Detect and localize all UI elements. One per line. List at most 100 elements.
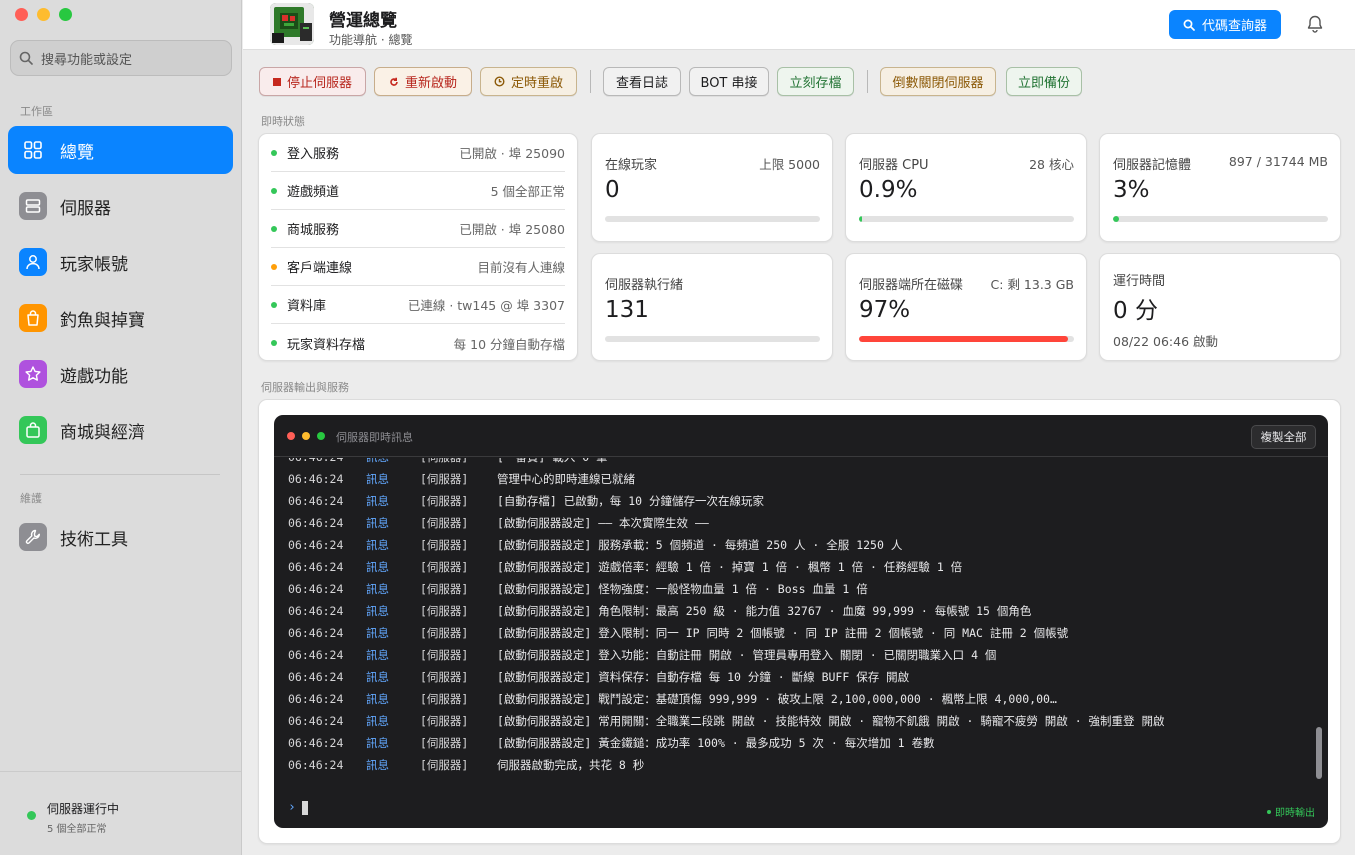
log-level: 訊息 [366,582,389,596]
save-now-button[interactable]: 立刻存檔 [777,67,854,96]
code-lookup-button[interactable]: 代碼查詢器 [1169,10,1281,39]
prompt-chevron: › [288,800,296,815]
command-prompt[interactable]: › [288,800,308,815]
search-input[interactable]: 搜尋功能或設定 [10,40,232,76]
log-line: 06:46:24 訊息 [伺服器] [啟動伺服器設定] 角色限制：最高 250 級 ·… [288,600,1031,622]
metric-limit: 上限 5000 [759,157,820,172]
sidebar-item-label: 伺服器 [60,198,111,219]
metric-free-space: C: 剩 13.3 GB [990,277,1074,292]
stop-icon [272,77,281,86]
section-label-console: 伺服器輸出與服務 [261,381,349,394]
scheduled-restart-label: 定時重啟 [510,76,563,91]
bot-connect-button[interactable]: BOT 串接 [689,67,769,96]
log-line: 06:46:24 訊息 [伺服器] [啟動伺服器設定] 怪物強度：一般怪物血量 1 倍… [288,578,868,600]
log-source: [伺服器] [420,604,469,618]
status-dot [271,263,277,270]
sidebar-item-label: 技術工具 [60,529,128,550]
services-card: 登入服務 已開啟 · 埠 25090 遊戲頻道 5 個全部正常 商城服務 已開啟… [258,133,578,361]
stop-server-button[interactable]: 停止伺服器 [259,67,366,96]
sidebar-item-player-accounts[interactable]: 玩家帳號 [8,238,233,286]
sidebar-item-tech-tools[interactable]: 技術工具 [8,513,233,561]
window-zoom-button[interactable] [59,8,72,21]
log-source: [伺服器] [420,516,469,530]
log-message: [一番賞] 載入 0 筆 [497,458,608,465]
log-line: 06:46:24 訊息 [伺服器] [啟動伺服器設定] 登入限制：同一 IP 同時 2… [288,622,1068,644]
metric-title: 伺服器 CPU [859,158,929,173]
status-dot [27,811,36,820]
metric-title: 運行時間 [1113,274,1166,289]
restart-label: 重新啟動 [404,76,457,91]
log-time: 06:46:24 [288,538,344,552]
log-message: 管理中心的即時連線已就緒 [497,472,635,486]
log-source: [伺服器] [420,670,469,684]
bot-connect-label: BOT 串接 [700,76,758,91]
window-close-button[interactable] [15,8,28,21]
status-dot [271,225,277,232]
search-placeholder: 搜尋功能或設定 [41,52,133,68]
log-line: 06:46:24 訊息 [伺服器] [啟動伺服器設定] 戰鬥設定：基礎頂傷 999,9… [288,688,1057,710]
person-icon [19,248,47,276]
log-level: 訊息 [366,604,389,618]
log-message: [自動存檔] 已啟動，每 10 分鐘儲存一次在線玩家 [497,494,764,508]
bell-icon[interactable] [1305,14,1325,38]
service-name: 玩家資料存檔 [287,337,366,353]
terminal-red-dot [287,432,295,440]
scheduled-restart-button[interactable]: 定時重啟 [480,67,577,96]
status-dot [271,187,277,194]
service-row-database: 資料庫 已連線 · tw145 @ 埠 3307 [271,286,565,324]
log-message: 伺服器啟動完成，共花 8 秒 [497,758,645,772]
sidebar-item-overview[interactable]: 總覽 [8,126,233,174]
bag-icon [19,304,47,332]
log-scrollbar[interactable] [1316,727,1322,779]
log-line: 06:46:24 訊息 [伺服器] [啟動伺服器設定] 黃金鐵鎚：成功率 100% ·… [288,732,934,754]
sidebar-item-label: 總覽 [60,142,94,163]
log-line: 06:46:24 訊息 [伺服器] [啟動伺服器設定] —— 本次實際生效 —— [288,512,709,534]
sidebar-item-server[interactable]: 伺服器 [8,182,233,230]
service-row-login: 登入服務 已開啟 · 埠 25090 [271,134,565,172]
window-minimize-button[interactable] [37,8,50,21]
metric-value: 97% [859,297,911,323]
progress-bar [859,216,1074,222]
countdown-shutdown-label: 倒數關閉伺服器 [892,76,984,91]
terminal-window: 伺服器即時訊息 複製全部 06:46:24訊息[伺服器][一番賞] 載入 0 筆… [274,415,1328,828]
toolbar-divider [867,70,868,93]
log-message: [啟動伺服器設定] 常用開關：全職業二段跳 開啟 · 技能特效 開啟 · 寵物不… [497,714,1165,728]
sidebar-item-fishing-drops[interactable]: 釣魚與掉寶 [8,294,233,342]
console-card: 伺服器即時訊息 複製全部 06:46:24訊息[伺服器][一番賞] 載入 0 筆… [258,399,1341,844]
server-icon [19,192,47,220]
sidebar-item-label: 商城與經濟 [60,422,145,443]
view-logs-button[interactable]: 查看日誌 [603,67,681,96]
search-icon [1183,19,1195,31]
code-lookup-label: 代碼查詢器 [1201,19,1267,34]
view-logs-label: 查看日誌 [615,76,668,91]
log-message: [啟動伺服器設定] 角色限制：最高 250 級 · 能力值 32767 · 血魔… [497,604,1032,618]
log-time: 06:46:24 [288,560,344,574]
metric-card-threads: 伺服器執行緒 131 [591,253,833,361]
copy-all-button[interactable]: 複製全部 [1251,425,1316,449]
progress-bar [605,216,820,222]
page-title: 營運總覽 [329,11,397,31]
log-message: [啟動伺服器設定] 遊戲倍率：經驗 1 倍 · 掉寶 1 倍 · 楓幣 1 倍 … [497,560,963,574]
sidebar: 搜尋功能或設定 工作區 總覽 伺服器 玩家帳號 釣魚與掉寶 遊戲功能 商城與經濟… [0,0,242,855]
live-output-label: 即時輸出 [1275,808,1315,819]
metric-value: 0 [605,177,620,203]
section-label-maintenance: 維護 [20,492,42,505]
log-source: [伺服器] [420,626,469,640]
service-name: 商城服務 [287,223,340,238]
log-level: 訊息 [366,648,389,662]
countdown-shutdown-button[interactable]: 倒數關閉伺服器 [880,67,996,96]
log-time: 06:46:24 [288,494,344,508]
metric-value: 0.9% [859,177,918,203]
log-message: [啟動伺服器設定] 資料保存：自動存檔 每 10 分鐘 · 斷線 BUFF 保存… [497,670,910,684]
progress-bar [1113,216,1328,222]
metric-usage: 897 / 31744 MB [1228,154,1328,169]
log-output[interactable]: 06:46:24訊息[伺服器][一番賞] 載入 0 筆06:46:24訊息[伺服… [274,458,1309,788]
service-value: 5 個全部正常 [490,184,565,199]
log-message: [啟動伺服器設定] 黃金鐵鎚：成功率 100% · 最多成功 5 次 · 每次增… [497,736,935,750]
restart-button[interactable]: 重新啟動 [374,67,472,96]
backup-now-button[interactable]: 立即備份 [1006,67,1082,96]
sidebar-item-game-features[interactable]: 遊戲功能 [8,350,233,398]
sidebar-item-shop-economy[interactable]: 商城與經濟 [8,406,233,454]
service-row-player-save: 玩家資料存檔 每 10 分鐘自動存檔 [271,324,565,362]
metric-value: 0 分 [1113,298,1158,324]
